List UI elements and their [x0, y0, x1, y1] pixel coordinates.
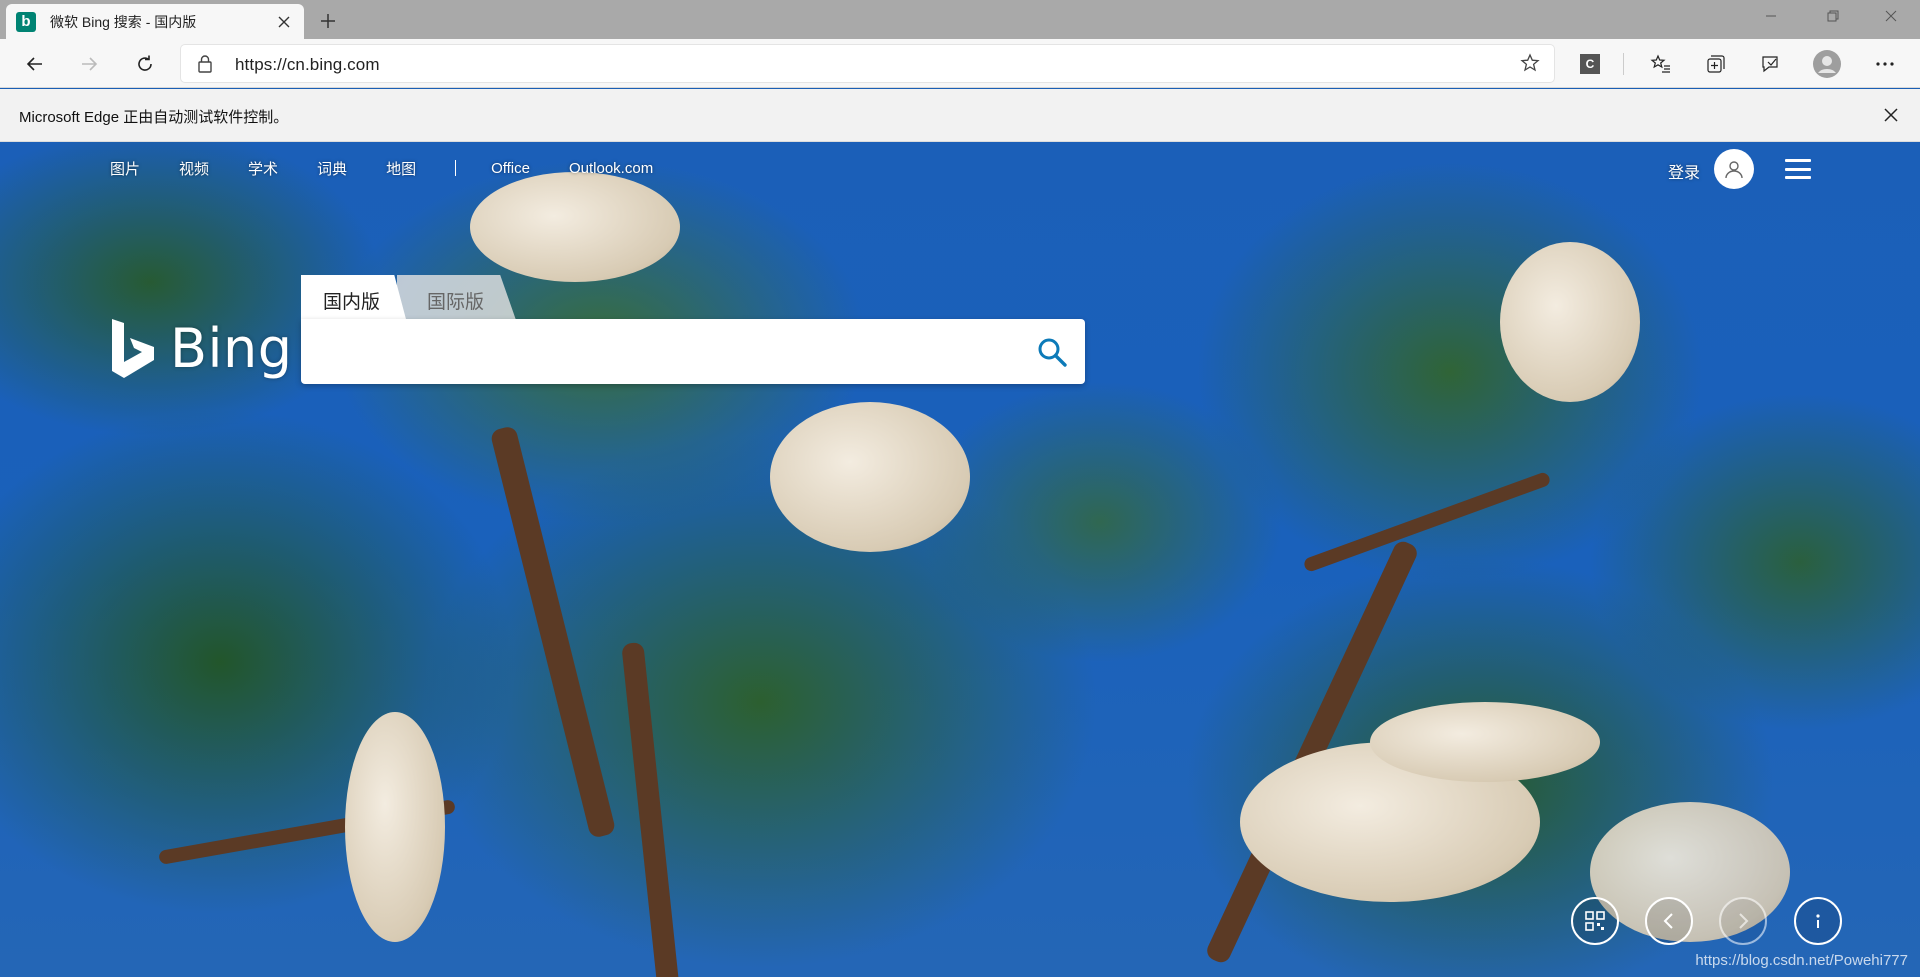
minimize-icon[interactable] [1756, 4, 1786, 28]
qr-code-icon[interactable] [1571, 897, 1619, 945]
window-close-icon[interactable] [1876, 4, 1906, 28]
search-box [301, 319, 1085, 384]
new-tab-button[interactable] [316, 9, 340, 33]
tab-title: 微软 Bing 搜索 - 国内版 [50, 13, 197, 30]
search-icon[interactable] [1033, 333, 1071, 371]
nav-office[interactable]: Office [491, 160, 530, 177]
menu-icon[interactable] [1785, 159, 1811, 179]
feedback-icon[interactable] [1755, 49, 1785, 79]
bing-homepage: 图片 视频 学术 词典 地图 Office Outlook.com 登录 Bin… [0, 142, 1920, 977]
bing-logo-icon [112, 318, 154, 378]
restore-icon[interactable] [1818, 4, 1848, 28]
extension-c-icon[interactable]: C [1575, 49, 1605, 79]
forward-icon[interactable] [74, 49, 104, 79]
user-avatar-icon[interactable] [1714, 149, 1754, 189]
nav-dictionary[interactable]: 词典 [317, 158, 347, 179]
profile-icon[interactable] [1812, 49, 1842, 79]
collections-icon[interactable] [1701, 49, 1731, 79]
tab-domestic[interactable]: 国内版 [301, 275, 407, 323]
watermark-text: https://blog.csdn.net/Powehi777 [1695, 952, 1908, 969]
more-icon[interactable] [1870, 49, 1900, 79]
browser-tab[interactable]: b 微软 Bing 搜索 - 国内版 [6, 4, 304, 39]
lock-icon[interactable] [197, 54, 213, 78]
infobar-text: Microsoft Edge 正由自动测试软件控制。 [19, 109, 289, 126]
bing-logo-text: Bing [170, 317, 293, 380]
nav-maps[interactable]: 地图 [386, 158, 416, 179]
address-bar[interactable]: https://cn.bing.com [181, 45, 1554, 82]
nav-outlook[interactable]: Outlook.com [569, 160, 653, 177]
previous-icon[interactable] [1645, 897, 1693, 945]
tab-international[interactable]: 国际版 [397, 275, 517, 323]
tab-close-icon[interactable] [274, 12, 294, 32]
infobar-close-icon[interactable] [1880, 104, 1902, 126]
bing-favicon-icon: b [16, 11, 36, 32]
info-icon[interactable] [1794, 897, 1842, 945]
nav-videos[interactable]: 视频 [179, 158, 209, 179]
bing-top-nav: 图片 视频 学术 词典 地图 Office Outlook.com [110, 156, 692, 180]
search-input[interactable] [321, 331, 1021, 371]
browser-titlebar: b 微软 Bing 搜索 - 国内版 [0, 0, 1920, 39]
bing-logo[interactable]: Bing [110, 317, 293, 380]
favorites-icon[interactable] [1646, 49, 1676, 79]
refresh-icon[interactable] [130, 49, 160, 79]
back-icon[interactable] [20, 49, 50, 79]
automation-infobar: Microsoft Edge 正由自动测试软件控制。 [0, 89, 1920, 142]
next-icon[interactable] [1719, 897, 1767, 945]
signin-link[interactable]: 登录 [1668, 159, 1700, 183]
nav-academic[interactable]: 学术 [248, 158, 278, 179]
toolbar-divider [1623, 53, 1624, 75]
nav-separator [455, 160, 457, 176]
browser-toolbar: https://cn.bing.com C [0, 39, 1920, 88]
nav-images[interactable]: 图片 [110, 158, 140, 179]
star-icon[interactable] [1520, 53, 1540, 78]
url-text[interactable]: https://cn.bing.com [235, 55, 380, 75]
